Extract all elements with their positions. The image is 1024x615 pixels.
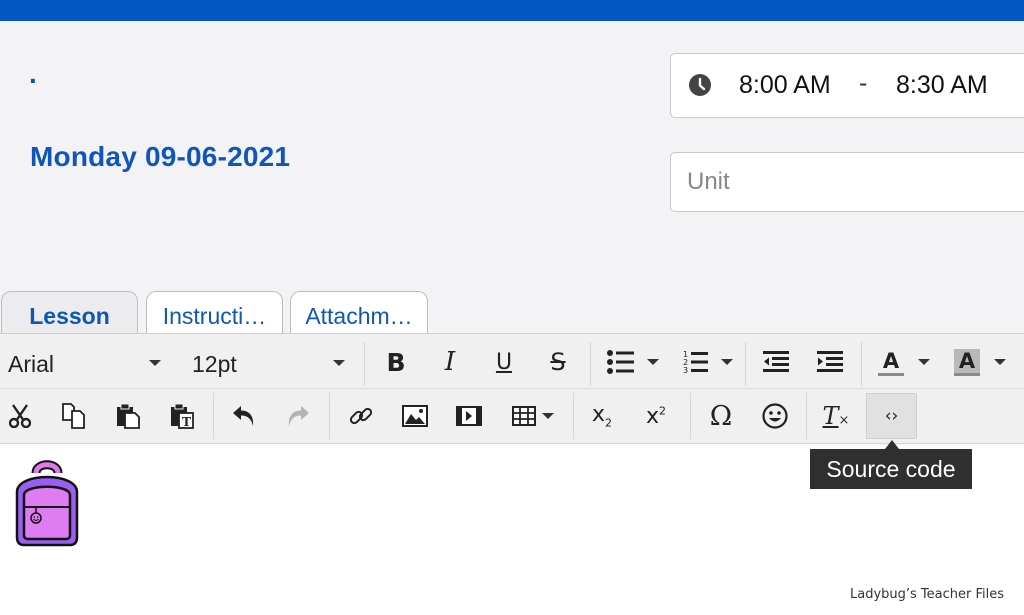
link-button[interactable] bbox=[343, 395, 379, 437]
link-icon bbox=[349, 407, 373, 425]
lesson-title: . bbox=[29, 58, 37, 89]
numbered-list-icon: 1 2 3 bbox=[683, 350, 708, 375]
numbered-list-button[interactable]: 1 2 3 bbox=[676, 342, 740, 382]
formatting-toolbar: Arial 12pt B I U S 1 2 3 A A bbox=[0, 333, 1024, 389]
cut-icon bbox=[9, 404, 31, 428]
cut-button[interactable] bbox=[2, 395, 38, 437]
bullet-list-button[interactable] bbox=[600, 342, 666, 382]
paste-as-text-button[interactable]: T bbox=[164, 395, 200, 437]
media-icon bbox=[456, 406, 482, 426]
subscript-icon: x2 bbox=[591, 402, 613, 430]
backpack-icon bbox=[15, 460, 79, 547]
divider bbox=[573, 393, 574, 439]
underline-button[interactable]: U bbox=[486, 342, 522, 382]
background-color-icon: A bbox=[954, 348, 980, 376]
chevron-down-icon bbox=[647, 359, 659, 365]
chevron-down-icon bbox=[994, 359, 1006, 365]
paste-as-text-icon: T bbox=[171, 403, 194, 429]
paste-icon bbox=[117, 403, 140, 429]
image-icon bbox=[402, 405, 428, 427]
indent-button[interactable] bbox=[811, 342, 849, 382]
clear-formatting-icon: T× bbox=[822, 402, 850, 430]
end-time[interactable]: 8:30 AM bbox=[896, 71, 988, 100]
font-size-select[interactable]: 12pt bbox=[180, 334, 360, 390]
paste-button[interactable] bbox=[110, 395, 146, 437]
strikethrough-icon: S bbox=[550, 348, 566, 376]
undo-button[interactable] bbox=[226, 395, 262, 437]
top-bar bbox=[0, 0, 1024, 21]
source-code-button[interactable]: ‹› bbox=[866, 393, 917, 439]
svg-text:T: T bbox=[182, 415, 191, 429]
text-color-icon: A bbox=[878, 349, 904, 376]
svg-text:3: 3 bbox=[683, 366, 688, 375]
media-button[interactable] bbox=[451, 395, 487, 437]
divider bbox=[806, 393, 807, 439]
clear-formatting-button[interactable]: T× bbox=[817, 395, 855, 437]
underline-icon: U bbox=[495, 349, 513, 375]
italic-button[interactable]: I bbox=[432, 342, 468, 382]
chevron-down-icon bbox=[721, 359, 733, 365]
divider bbox=[329, 393, 330, 439]
special-character-button[interactable]: Ω bbox=[702, 395, 740, 437]
chevron-down-icon bbox=[333, 360, 345, 366]
outdent-icon bbox=[763, 351, 789, 372]
clock-icon bbox=[689, 74, 711, 96]
tab-instructions[interactable]: Instructi… bbox=[146, 291, 283, 334]
divider bbox=[364, 342, 365, 386]
chevron-down-icon bbox=[918, 359, 930, 365]
bold-icon: B bbox=[386, 347, 406, 377]
background-color-button[interactable]: A bbox=[946, 342, 1014, 382]
start-time[interactable]: 8:00 AM bbox=[739, 71, 831, 100]
table-icon bbox=[512, 406, 536, 426]
superscript-button[interactable]: x2 bbox=[638, 395, 674, 437]
image-button[interactable] bbox=[397, 395, 433, 437]
special-character-icon: Ω bbox=[709, 400, 733, 432]
outdent-button[interactable] bbox=[757, 342, 795, 382]
tooltip-arrow bbox=[885, 440, 899, 449]
time-range-field[interactable]: 8:00 AM - 8:30 AM bbox=[670, 53, 1024, 118]
copy-icon bbox=[62, 403, 85, 429]
superscript-icon: x2 bbox=[645, 403, 667, 429]
watermark: Ladybug’s Teacher Files bbox=[850, 587, 1005, 602]
font-family-value: Arial bbox=[8, 351, 55, 377]
tab-attachments[interactable]: Attachm… bbox=[290, 291, 428, 334]
text-color-button[interactable]: A bbox=[870, 342, 938, 382]
time-separator: - bbox=[859, 69, 868, 97]
emoticons-icon bbox=[762, 403, 788, 429]
date-title: Monday 09-06-2021 bbox=[30, 141, 291, 172]
font-size-value: 12pt bbox=[192, 351, 237, 377]
italic-icon: I bbox=[444, 347, 456, 377]
divider bbox=[745, 342, 746, 386]
table-button[interactable] bbox=[505, 395, 561, 437]
tab-lesson[interactable]: Lesson bbox=[1, 291, 138, 334]
subscript-button[interactable]: x2 bbox=[584, 395, 620, 437]
source-code-tooltip: Source code bbox=[810, 449, 972, 489]
bold-button[interactable]: B bbox=[378, 342, 414, 382]
redo-button[interactable] bbox=[280, 395, 316, 437]
source-code-icon: ‹› bbox=[884, 406, 899, 426]
chevron-down-icon bbox=[149, 360, 161, 366]
divider bbox=[590, 342, 591, 386]
emoticons-button[interactable] bbox=[756, 395, 794, 437]
strikethrough-button[interactable]: S bbox=[540, 342, 576, 382]
chevron-down-icon bbox=[542, 413, 554, 419]
divider bbox=[213, 393, 214, 439]
redo-icon bbox=[288, 406, 309, 426]
undo-icon bbox=[233, 406, 254, 426]
bullet-list-icon bbox=[607, 350, 634, 374]
unit-input[interactable] bbox=[670, 152, 1024, 212]
font-family-select[interactable]: Arial bbox=[0, 334, 178, 390]
divider bbox=[861, 342, 862, 386]
copy-button[interactable] bbox=[56, 395, 92, 437]
divider bbox=[690, 393, 691, 439]
indent-icon bbox=[817, 351, 843, 372]
